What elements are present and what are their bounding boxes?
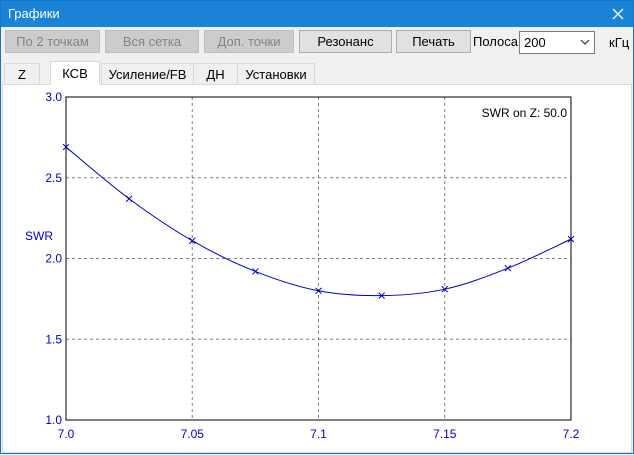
- chevron-down-icon: [580, 39, 590, 45]
- tab-strip: Z КСВ Усиление/FB ДН Установки: [1, 61, 633, 85]
- band-unit-label: кГц: [609, 35, 630, 50]
- two-points-button[interactable]: По 2 точкам: [5, 30, 100, 53]
- resonance-button[interactable]: Резонанс: [299, 30, 392, 53]
- tab-settings-label: Установки: [245, 66, 307, 82]
- band-select-value: 200: [524, 35, 546, 50]
- data-point-marker: [252, 268, 259, 275]
- x-tick-label: 7.1: [310, 427, 327, 441]
- add-points-button[interactable]: Доп. точки: [204, 30, 294, 53]
- y-tick-label: 3.0: [45, 90, 62, 104]
- tab-gain-fb-label: Усиление/FB: [108, 66, 187, 82]
- tab-settings[interactable]: Установки: [237, 63, 315, 84]
- window-title: Графики: [8, 6, 60, 21]
- tab-z-label: Z: [18, 66, 26, 82]
- graphs-window: Графики По 2 точкам Вся сетка Доп. точки…: [0, 0, 634, 454]
- band-select[interactable]: 200: [519, 31, 595, 54]
- y-axis-label: SWR: [25, 229, 53, 243]
- swr-chart: 7.0 7.05 7.1 7.15 7.2 3.0 2.5 2.0 1.5 1.0 SWR SWR o…: [25, 90, 580, 441]
- x-tick-label: 7.2: [563, 427, 580, 441]
- data-point-marker: [125, 195, 133, 203]
- y-tick-label: 2.0: [45, 252, 62, 266]
- x-tick-label: 7.15: [433, 427, 457, 441]
- y-tick-label: 2.5: [45, 171, 62, 185]
- y-tick-label: 1.0: [45, 413, 62, 427]
- title-bar[interactable]: Графики: [1, 1, 633, 27]
- full-grid-button[interactable]: Вся сетка: [105, 30, 199, 53]
- x-tick-label: 7.0: [58, 427, 75, 441]
- tab-swr[interactable]: КСВ: [50, 61, 100, 85]
- x-tick-label: 7.05: [181, 427, 205, 441]
- tab-pattern-label: ДН: [206, 66, 225, 82]
- close-button[interactable]: [603, 1, 633, 27]
- data-point-marker: [504, 264, 512, 272]
- close-icon: [612, 8, 624, 20]
- tab-swr-label: КСВ: [62, 66, 88, 81]
- chart-annotation: SWR on Z: 50.0: [482, 106, 568, 120]
- chart-panel: 7.0 7.05 7.1 7.15 7.2 3.0 2.5 2.0 1.5 1.0 SWR SWR o…: [2, 84, 632, 453]
- tab-gain-fb[interactable]: Усиление/FB: [101, 63, 194, 84]
- band-label: Полоса: [473, 34, 518, 49]
- y-tick-label: 1.5: [45, 332, 62, 346]
- tab-pattern[interactable]: ДН: [193, 63, 238, 84]
- tab-z[interactable]: Z: [4, 63, 40, 84]
- print-button[interactable]: Печать: [396, 30, 471, 53]
